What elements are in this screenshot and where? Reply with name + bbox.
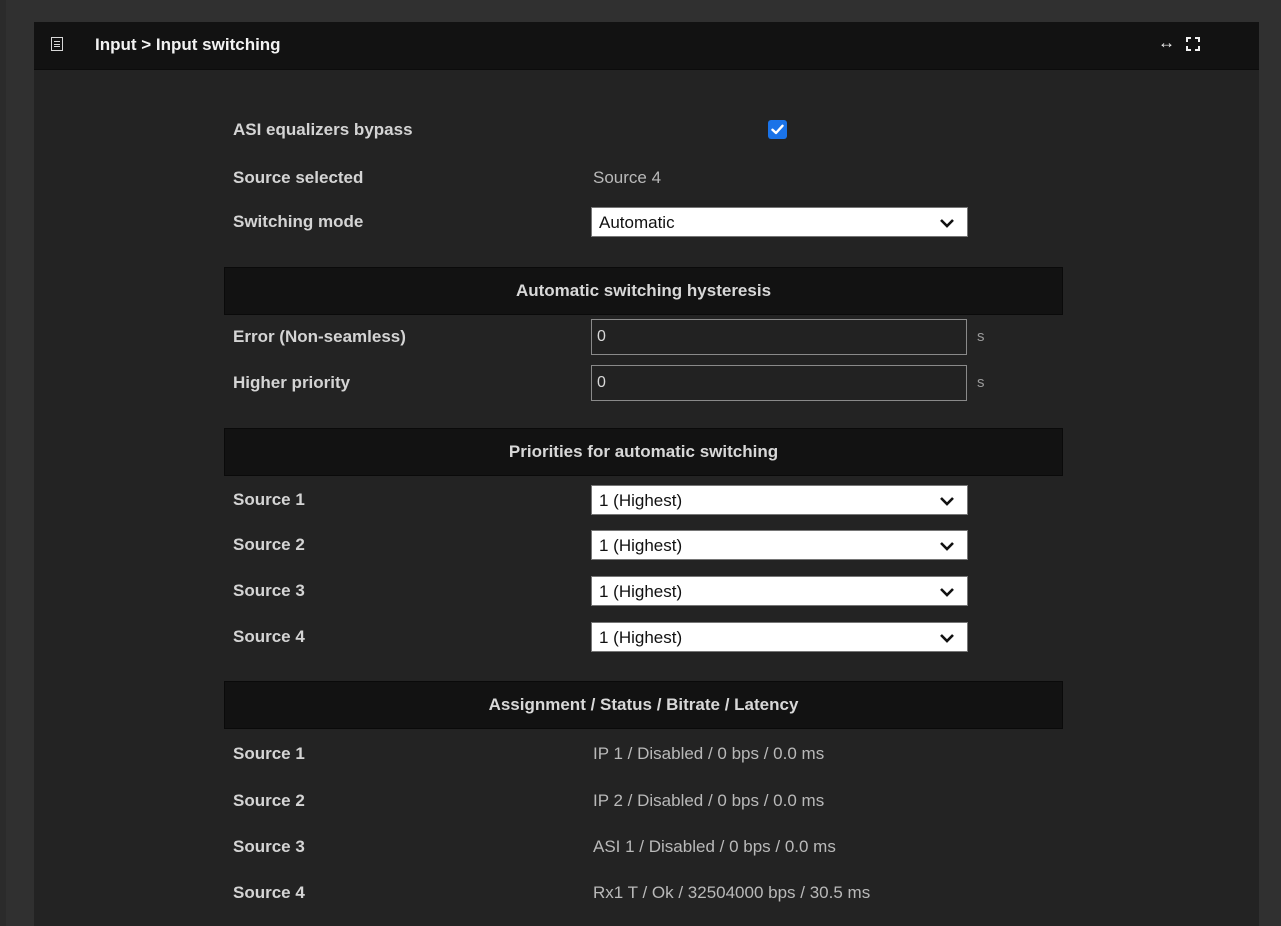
- priority-source-label: Source 3: [233, 581, 305, 600]
- asi-bypass-label: ASI equalizers bypass: [233, 120, 413, 139]
- source-selected-label: Source selected: [233, 168, 364, 187]
- chevron-down-icon: [940, 497, 954, 506]
- switching-mode-row: Switching mode Automatic: [233, 207, 1073, 237]
- source-selected-value: Source 4: [593, 168, 662, 187]
- priority-value: 1 (Highest): [599, 491, 683, 510]
- switching-mode-label: Switching mode: [233, 212, 364, 231]
- priority-source-3-select[interactable]: 1 (Highest): [591, 576, 968, 606]
- error-hysteresis-input[interactable]: [591, 319, 967, 355]
- status-title: Assignment / Status / Bitrate / Latency: [488, 695, 799, 714]
- status-row: Source 1 IP 1 / Disabled / 0 bps / 0.0 m…: [233, 739, 1073, 769]
- higher-priority-unit: s: [977, 374, 985, 391]
- status-source-value: Rx1 T / Ok / 32504000 bps / 30.5 ms: [593, 883, 871, 902]
- priority-source-1-select[interactable]: 1 (Highest): [591, 485, 968, 515]
- status-row: Source 2 IP 2 / Disabled / 0 bps / 0.0 m…: [233, 786, 1073, 816]
- hysteresis-section-header: Automatic switching hysteresis: [224, 267, 1063, 315]
- status-source-label: Source 4: [233, 883, 305, 902]
- switching-mode-value: Automatic: [599, 213, 675, 232]
- fullscreen-icon[interactable]: [1185, 36, 1201, 52]
- status-source-value: IP 1 / Disabled / 0 bps / 0.0 ms: [593, 744, 825, 763]
- priority-source-4-select[interactable]: 1 (Highest): [591, 622, 968, 652]
- priorities-title: Priorities for automatic switching: [508, 442, 779, 461]
- status-source-value: IP 2 / Disabled / 0 bps / 0.0 ms: [593, 791, 825, 810]
- status-row: Source 4 Rx1 T / Ok / 32504000 bps / 30.…: [233, 878, 1073, 908]
- status-row: Source 3 ASI 1 / Disabled / 0 bps / 0.0 …: [233, 832, 1073, 862]
- panel-title: Input > Input switching: [95, 35, 281, 54]
- priority-value: 1 (Highest): [599, 582, 683, 601]
- switching-mode-select[interactable]: Automatic: [591, 207, 968, 237]
- error-hysteresis-label: Error (Non-seamless): [233, 327, 406, 346]
- status-source-label: Source 3: [233, 837, 305, 856]
- status-source-label: Source 2: [233, 791, 305, 810]
- status-section-header: Assignment / Status / Bitrate / Latency: [224, 681, 1063, 729]
- input-switching-panel: Input > Input switching ↔ ASI equalizers…: [34, 22, 1259, 926]
- hysteresis-title: Automatic switching hysteresis: [515, 281, 772, 300]
- chevron-down-icon: [940, 634, 954, 643]
- panel-header: Input > Input switching ↔: [34, 22, 1259, 70]
- priority-row: Source 4 1 (Highest): [233, 622, 1073, 652]
- priority-row: Source 1 1 (Highest): [233, 485, 1073, 515]
- asi-bypass-checkbox[interactable]: [768, 120, 787, 139]
- priority-source-label: Source 4: [233, 627, 305, 646]
- higher-priority-row: Higher priority s: [233, 365, 1073, 401]
- priority-source-2-select[interactable]: 1 (Highest): [591, 530, 968, 560]
- chevron-down-icon: [940, 588, 954, 597]
- priority-source-label: Source 2: [233, 535, 305, 554]
- priorities-section-header: Priorities for automatic switching: [224, 428, 1063, 476]
- asi-bypass-row: ASI equalizers bypass: [233, 115, 1073, 145]
- check-icon: [771, 124, 784, 135]
- list-icon: [51, 37, 63, 51]
- priority-row: Source 3 1 (Highest): [233, 576, 1073, 606]
- error-hysteresis-row: Error (Non-seamless) s: [233, 319, 1073, 355]
- error-hysteresis-unit: s: [977, 328, 985, 345]
- higher-priority-input[interactable]: [591, 365, 967, 401]
- higher-priority-label: Higher priority: [233, 373, 351, 392]
- source-selected-row: Source selected Source 4: [233, 163, 1073, 193]
- priority-value: 1 (Highest): [599, 628, 683, 647]
- chevron-down-icon: [940, 219, 954, 228]
- priority-value: 1 (Highest): [599, 536, 683, 555]
- expand-width-icon[interactable]: ↔: [1158, 33, 1175, 53]
- status-source-value: ASI 1 / Disabled / 0 bps / 0.0 ms: [593, 837, 836, 856]
- priority-row: Source 2 1 (Highest): [233, 530, 1073, 560]
- priority-source-label: Source 1: [233, 490, 305, 509]
- chevron-down-icon: [940, 542, 954, 551]
- status-source-label: Source 1: [233, 744, 305, 763]
- page-background: Input > Input switching ↔ ASI equalizers…: [6, 0, 1281, 926]
